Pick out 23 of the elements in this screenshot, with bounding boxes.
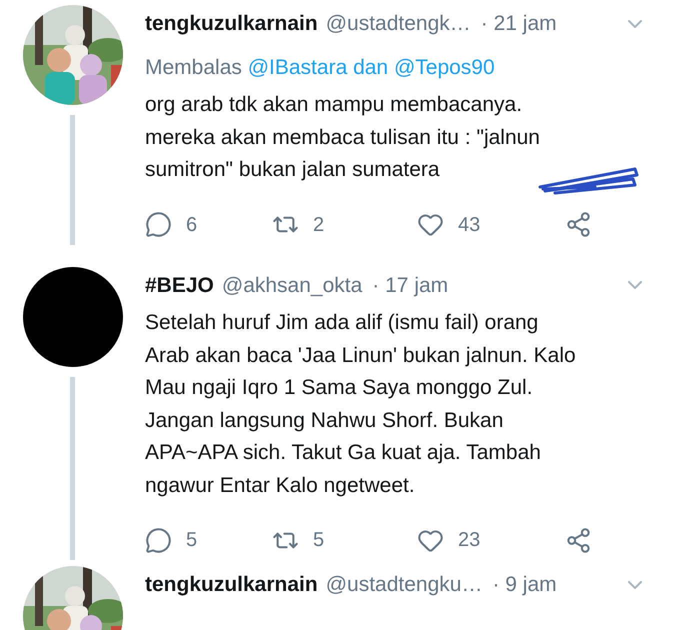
action-count: 23 xyxy=(458,528,480,553)
tweet-text: Setelah huruf Jim ada alif (ismu fail) orang Arab akan baca 'Jaa Linun' bukan jalnun. Kalo Mau ngaji Iqro 1 Sama Saya monggo Zul. Jangan langsung Nahwu Shorf. Bukan APA~APA sich. Takut Ga kuat aja. Tambah ngawur Entar Kalo ngetweet. xyxy=(145,310,576,498)
reply-icon[interactable] xyxy=(145,211,172,238)
share-icon[interactable] xyxy=(565,526,592,554)
share-icon[interactable] xyxy=(565,211,592,238)
tweet-text: org arab tdk akan mampu membacanya. mereka akan membaca tulisan itu : "jalnun sumitron" bukan jalan sumatera xyxy=(145,92,540,183)
tweet-time: · 9 jam xyxy=(492,572,557,598)
user-handle[interactable]: @ustadtengk… xyxy=(326,8,471,40)
reply-label: Membalas xyxy=(145,56,242,78)
action-count: 6 xyxy=(186,212,198,238)
reply-mentions[interactable]: @IBastara dan @Tepos90 xyxy=(248,56,495,78)
action-count: 5 xyxy=(186,528,198,553)
display-name[interactable]: tengkuzulkarnain xyxy=(145,569,318,600)
tweet-time: · 21 jam xyxy=(480,11,557,37)
reply-icon[interactable] xyxy=(145,526,172,554)
action-count: 5 xyxy=(313,528,324,553)
action-count: 2 xyxy=(313,212,324,238)
user-handle[interactable]: @akhsan_okta xyxy=(222,270,362,301)
action-count: 43 xyxy=(458,212,480,238)
display-name[interactable]: tengkuzulkarnain xyxy=(145,8,318,40)
tweet-time: · 17 jam xyxy=(372,272,448,298)
display-name[interactable]: #BEJO xyxy=(145,270,214,301)
user-handle[interactable]: @ustadtengku… xyxy=(326,569,482,600)
